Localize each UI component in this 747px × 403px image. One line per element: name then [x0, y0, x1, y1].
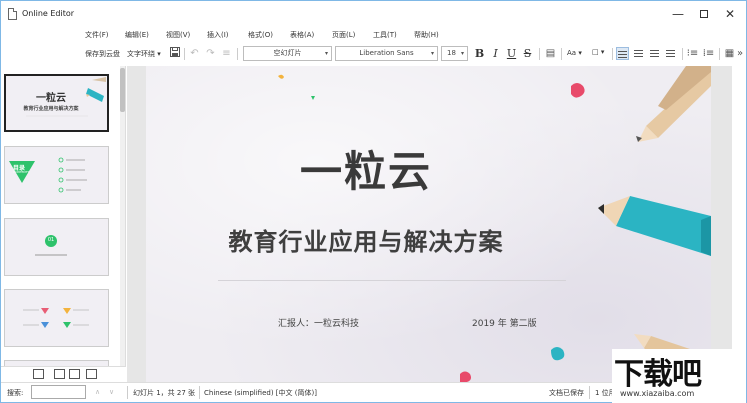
thumb2-heading-en: CONTENTS [13, 170, 30, 174]
menu-tools[interactable]: 工具(T) [373, 30, 397, 40]
toolbar-divider [561, 48, 562, 60]
text-wrap-button[interactable]: 文字环绕 ▾ [127, 49, 161, 59]
search-input[interactable] [31, 385, 86, 399]
slide-count: 幻灯片 1，共 27 张 [133, 389, 196, 397]
save-to-cloud-button[interactable]: 保存到云盘 [85, 49, 120, 59]
shape-button[interactable]: □ ▾ [592, 48, 604, 56]
search-label: 搜索: [7, 389, 24, 397]
bold-button[interactable]: B [473, 47, 486, 60]
slide-layout-icon[interactable] [69, 369, 80, 379]
watermark-logo: 下载吧 [614, 357, 702, 392]
slide-thumbnail-1[interactable]: 一粒云 教育行业应用与解决方案 [4, 74, 109, 132]
toolbar-divider [719, 48, 720, 60]
slide-sorter-icon[interactable] [86, 369, 97, 379]
thumb3-decor [5, 219, 108, 275]
menu-file[interactable]: 文件(F) [85, 30, 109, 40]
slide-thumbnail-3[interactable]: 01 [4, 218, 109, 276]
menu-edit[interactable]: 编辑(E) [125, 30, 149, 40]
language-status[interactable]: Chinese (simplified) [中文 (简体)] [204, 388, 317, 398]
search-prev-icon[interactable]: ∧ [95, 388, 100, 396]
title-bar: Online Editor — ✕ [1, 1, 746, 29]
bullet-list-icon[interactable]: ⁝≡ [686, 47, 699, 60]
numbered-list-icon[interactable]: ⁞≡ [702, 47, 715, 60]
toolbar-divider [682, 48, 683, 60]
duplicate-slide-icon[interactable] [54, 369, 65, 379]
minimize-button[interactable]: — [665, 5, 691, 23]
menu-help[interactable]: 帮助(H) [414, 30, 439, 40]
save-status: 文档已保存 [549, 389, 584, 397]
align-justify-icon[interactable] [664, 47, 677, 60]
scrollbar-thumb[interactable] [120, 68, 125, 112]
menu-format[interactable]: 格式(O) [248, 30, 273, 40]
maximize-button[interactable] [691, 5, 717, 23]
slide-subtitle[interactable]: 教育行业应用与解决方案 [146, 222, 586, 257]
menu-page[interactable]: 页面(L) [332, 30, 355, 40]
save-icon[interactable] [168, 47, 181, 60]
more-icon[interactable]: » [735, 47, 745, 60]
menu-bar: 文件(F) 编辑(E) 视图(V) 插入(I) 格式(O) 表格(A) 页面(L… [1, 29, 746, 43]
slide-year[interactable]: 2019 年 第二版 [472, 316, 537, 329]
chevron-down-icon: ▾ [324, 50, 328, 57]
current-slide[interactable]: 一粒云 教育行业应用与解决方案 汇报人：一粒云科技 2019 年 第二版 [146, 66, 711, 382]
chevron-down-icon: ▾ [430, 50, 434, 57]
align-right-icon[interactable] [648, 47, 661, 60]
align-left-icon[interactable] [616, 47, 629, 60]
close-button[interactable]: ✕ [717, 5, 743, 23]
slide-title[interactable]: 一粒云 [146, 138, 586, 199]
italic-button[interactable]: I [489, 47, 502, 60]
font-family-select[interactable]: Liberation Sans ▾ [335, 46, 438, 61]
window-title: Online Editor [22, 9, 75, 18]
app-window: Online Editor — ✕ 文件(F) 编辑(E) 视图(V) 插入(I… [0, 0, 747, 403]
slide-thumbnail-2[interactable]: 目录 CONTENTS [4, 146, 109, 204]
format-paint-icon[interactable]: ≡ [220, 47, 233, 60]
slide-thumbnail-panel: 一粒云 教育行业应用与解决方案 目录 CONTENTS 01 [1, 66, 126, 368]
slide-reporter[interactable]: 汇报人：一粒云科技 [278, 316, 359, 329]
underline-button[interactable]: U [505, 47, 518, 60]
menu-view[interactable]: 视图(V) [166, 30, 190, 40]
document-icon [8, 8, 17, 20]
site-watermark: 下载吧 www.xiazaiba.com [612, 349, 746, 403]
highlight-icon[interactable]: ▤ [544, 47, 557, 60]
thumbnail-scrollbar[interactable] [120, 66, 125, 366]
thumb1-subtitle: 教育行业应用与解决方案 [23, 106, 79, 112]
toolbar-divider [539, 48, 540, 60]
thumb3-badge: 01 [47, 237, 55, 243]
toolbar-divider [237, 48, 238, 60]
status-divider [589, 386, 590, 399]
align-center-icon[interactable] [632, 47, 645, 60]
thumb1-title: 一粒云 [36, 93, 66, 104]
toolbar: 保存到云盘 文字环绕 ▾ ↶ ↷ ≡ 空幻灯片 ▾ Liberation San… [1, 44, 746, 64]
redo-icon[interactable]: ↷ [204, 47, 217, 60]
slide-canvas[interactable]: 一粒云 教育行业应用与解决方案 汇报人：一粒云科技 2019 年 第二版 [127, 66, 732, 382]
menu-table[interactable]: 表格(A) [290, 30, 314, 40]
menu-insert[interactable]: 插入(I) [207, 30, 229, 40]
canvas-scrollbar[interactable] [732, 66, 746, 382]
new-slide-icon[interactable] [33, 369, 44, 379]
thumb2-decor [5, 147, 108, 203]
toolbar-divider [612, 48, 613, 60]
font-size-select[interactable]: 18 ▾ [441, 46, 468, 61]
status-divider [199, 386, 200, 399]
thumb4-decor [5, 290, 108, 346]
watermark-url: www.xiazaiba.com [620, 389, 695, 398]
strikethrough-button[interactable]: S [521, 47, 534, 60]
change-case-button[interactable]: Aa ▾ [567, 49, 582, 57]
toolbar-divider [184, 48, 185, 60]
status-divider [127, 386, 128, 399]
slide-thumbnail-4[interactable] [4, 289, 109, 347]
chevron-down-icon: ▾ [460, 50, 464, 57]
slide-panel-tools [1, 366, 126, 382]
slide-layout-select[interactable]: 空幻灯片 ▾ [243, 46, 332, 61]
slide-divider [218, 280, 566, 281]
undo-icon[interactable]: ↶ [188, 47, 201, 60]
search-next-icon[interactable]: ∨ [109, 388, 114, 396]
